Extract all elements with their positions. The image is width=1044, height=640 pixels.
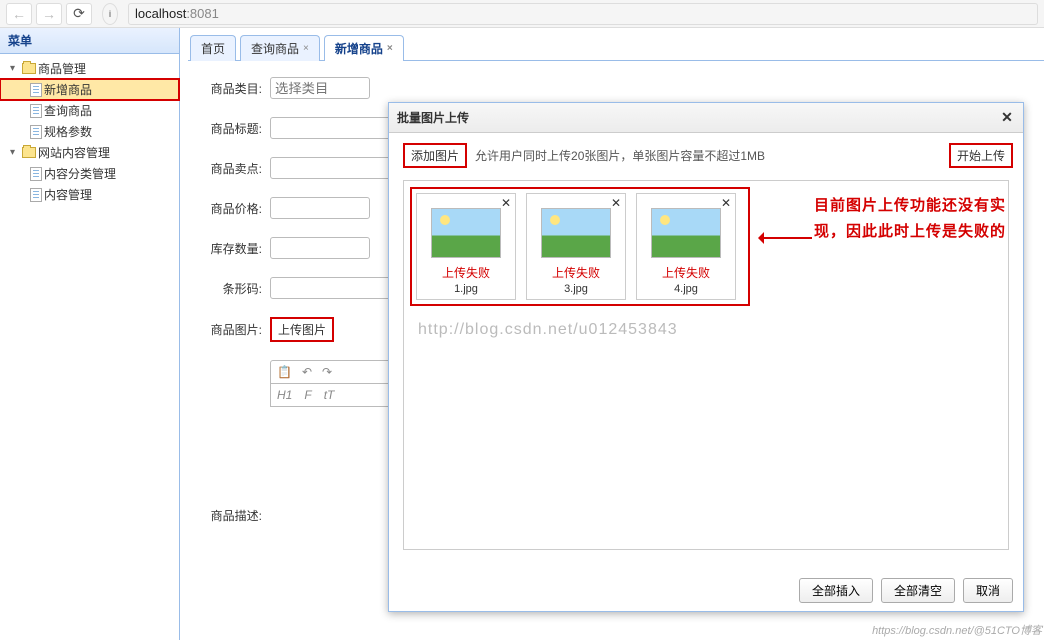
editor-format-bar[interactable]: H1 FtT <box>270 384 510 407</box>
heading-select[interactable]: H1 <box>277 388 292 402</box>
tree-node-add-product[interactable]: 新增商品 <box>0 79 179 100</box>
tree: ▾ 商品管理 新增商品 查询商品 规格参数 ▾ 网站内容管理 <box>0 54 179 209</box>
barcode-input[interactable] <box>270 277 510 299</box>
barcode-label: 条形码: <box>202 280 262 297</box>
corner-watermark: https://blog.csdn.net/@51CTO博客 <box>872 622 1042 638</box>
expand-icon[interactable]: ▾ <box>10 63 20 74</box>
category-input[interactable] <box>270 77 370 99</box>
title-input[interactable] <box>270 117 510 139</box>
expand-icon[interactable]: ▾ <box>10 147 20 158</box>
tree-label: 内容分类管理 <box>44 165 116 182</box>
image-label: 商品图片: <box>202 321 262 338</box>
info-icon[interactable]: i <box>102 3 118 25</box>
selling-label: 商品卖点: <box>202 160 262 177</box>
price-input[interactable] <box>270 197 370 219</box>
price-label: 商品价格: <box>202 200 262 217</box>
tab-home[interactable]: 首页 <box>190 35 236 61</box>
file-icon <box>30 167 42 181</box>
url-host: localhost <box>135 6 186 21</box>
file-icon <box>30 104 42 118</box>
nav-back-button[interactable]: ← <box>6 3 32 25</box>
category-label: 商品类目: <box>202 80 262 97</box>
tree-label: 新增商品 <box>44 81 92 98</box>
folder-icon <box>22 147 36 158</box>
selling-input[interactable] <box>270 157 510 179</box>
sidebar-title: 菜单 <box>0 28 179 54</box>
title-label: 商品标题: <box>202 120 262 137</box>
file-icon <box>30 125 42 139</box>
main-area: 首页 查询商品× 新增商品× 商品类目: 商品标题: 商品卖点: 商品价格: 库… <box>180 28 1044 640</box>
tree-node-site-content[interactable]: ▾ 网站内容管理 <box>0 142 179 163</box>
editor-toolbar[interactable]: 📋 ↶ ↷ <box>270 360 510 384</box>
tab-add-product[interactable]: 新增商品× <box>324 35 404 61</box>
tree-label: 规格参数 <box>44 123 92 140</box>
browser-toolbar: ← → ⟳ i localhost:8081 <box>0 0 1044 28</box>
close-icon[interactable]: × <box>387 43 393 54</box>
tree-node-content-mgmt[interactable]: 内容管理 <box>0 184 179 205</box>
tree-node-content-cat[interactable]: 内容分类管理 <box>0 163 179 184</box>
file-icon <box>30 188 42 202</box>
tree-label: 网站内容管理 <box>38 144 110 161</box>
stock-label: 库存数量: <box>202 240 262 257</box>
address-bar[interactable]: localhost:8081 <box>128 3 1038 25</box>
desc-label: 商品描述: <box>202 507 262 524</box>
font-select[interactable]: F <box>304 388 311 402</box>
url-port: :8081 <box>186 6 219 21</box>
tab-bar: 首页 查询商品× 新增商品× <box>188 34 1044 61</box>
folder-icon <box>22 63 36 74</box>
product-form: 商品类目: 商品标题: 商品卖点: 商品价格: 库存数量: 条形码: 商品图片:… <box>188 61 1044 524</box>
tree-label: 内容管理 <box>44 186 92 203</box>
tree-node-query-product[interactable]: 查询商品 <box>0 100 179 121</box>
close-icon[interactable]: × <box>303 43 309 54</box>
redo-icon[interactable]: ↷ <box>322 365 332 379</box>
tree-node-spec-params[interactable]: 规格参数 <box>0 121 179 142</box>
tree-label: 商品管理 <box>38 60 86 77</box>
nav-forward-button[interactable]: → <box>36 3 62 25</box>
text-size-select[interactable]: tT <box>324 388 335 402</box>
paste-icon[interactable]: 📋 <box>277 365 292 379</box>
undo-icon[interactable]: ↶ <box>302 365 312 379</box>
sidebar: 菜单 ▾ 商品管理 新增商品 查询商品 规格参数 ▾ 网站内容 <box>0 28 180 640</box>
upload-image-button[interactable]: 上传图片 <box>270 317 334 342</box>
stock-input[interactable] <box>270 237 370 259</box>
tree-node-product-mgmt[interactable]: ▾ 商品管理 <box>0 58 179 79</box>
nav-reload-button[interactable]: ⟳ <box>66 3 92 25</box>
tree-label: 查询商品 <box>44 102 92 119</box>
tab-query-product[interactable]: 查询商品× <box>240 35 320 61</box>
file-icon <box>30 83 42 97</box>
